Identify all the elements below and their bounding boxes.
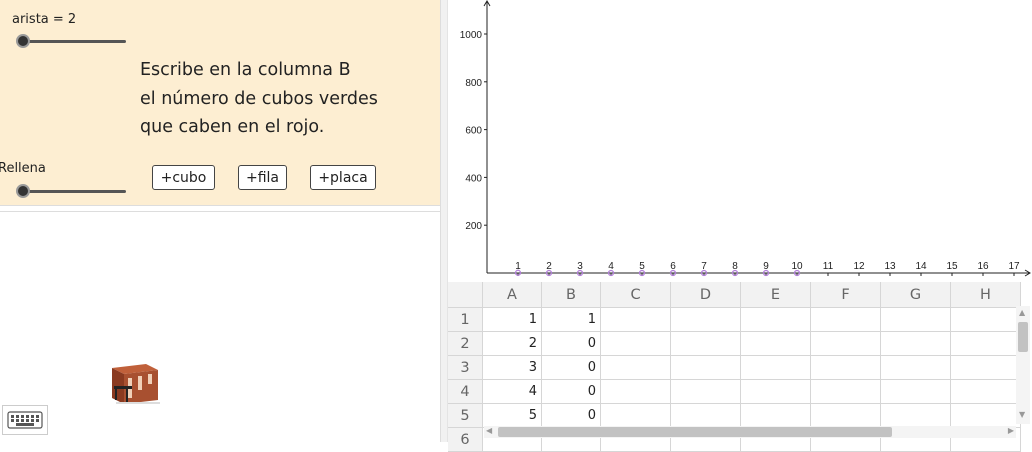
- row-header[interactable]: 5: [448, 404, 483, 428]
- scroll-down-icon[interactable]: ▼: [1019, 410, 1025, 419]
- y-tick-label: 800: [465, 78, 482, 89]
- column-header[interactable]: G: [881, 282, 951, 308]
- table-cell[interactable]: 0: [542, 380, 601, 404]
- table-cell[interactable]: [881, 308, 951, 332]
- table-cell[interactable]: 0: [542, 404, 601, 428]
- column-header[interactable]: H: [951, 282, 1021, 308]
- slider-rellena-knob[interactable]: [16, 184, 30, 198]
- chart-svg: 10008006004002001 2 3 4 5 6 7 8 9 10 11 12 13 14 15 16 1…: [460, 0, 1031, 277]
- scroll-up-icon[interactable]: ▲: [1019, 308, 1025, 317]
- slider-arista-label: arista = 2: [12, 12, 77, 27]
- table-cell[interactable]: [671, 332, 741, 356]
- y-tick-label: 1000: [460, 30, 483, 41]
- row-header[interactable]: 2: [448, 332, 483, 356]
- instructions-text: Escribe en la columna B el número de cub…: [140, 56, 378, 142]
- keyboard-button[interactable]: [2, 405, 48, 435]
- table-cell[interactable]: [881, 380, 951, 404]
- vertical-scrollbar[interactable]: ▲ ▼: [1016, 306, 1030, 424]
- table-cell[interactable]: [741, 356, 811, 380]
- table-cell[interactable]: 2: [483, 332, 542, 356]
- row-header[interactable]: 1: [448, 308, 483, 332]
- x-tick-label: 15: [946, 261, 958, 272]
- table-cell[interactable]: [811, 404, 881, 428]
- table-cell[interactable]: [951, 404, 1021, 428]
- slider-arista-track[interactable]: [20, 40, 126, 43]
- column-header[interactable]: C: [601, 282, 671, 308]
- table-cell[interactable]: [881, 404, 951, 428]
- table-cell[interactable]: 0: [542, 356, 601, 380]
- column-header[interactable]: D: [671, 282, 741, 308]
- vertical-scroll-thumb[interactable]: [1018, 322, 1028, 352]
- instruction-line: el número de cubos verdes: [140, 88, 378, 109]
- spreadsheet-view: ABCDEFGH1112203304405506: [448, 282, 1032, 452]
- table-cell[interactable]: [671, 356, 741, 380]
- column-header[interactable]: F: [811, 282, 881, 308]
- table-cell[interactable]: [671, 308, 741, 332]
- table-cell[interactable]: [881, 356, 951, 380]
- table-cell[interactable]: 4: [483, 380, 542, 404]
- select-all-corner[interactable]: [448, 282, 483, 308]
- add-cube-button[interactable]: +cubo: [152, 165, 215, 190]
- y-tick-label: 200: [465, 221, 482, 232]
- slider-rellena-label: Rellena: [0, 161, 46, 176]
- left-panel: arista = 2 Escribe en la columna B el nú…: [0, 0, 440, 442]
- row-header[interactable]: 4: [448, 380, 483, 404]
- column-header[interactable]: E: [741, 282, 811, 308]
- table-cell[interactable]: [601, 404, 671, 428]
- x-tick-label: 11: [823, 261, 834, 272]
- instruction-line: que caben en el rojo.: [140, 117, 325, 137]
- row-header[interactable]: 6: [448, 428, 483, 452]
- add-layer-button[interactable]: +placa: [310, 165, 376, 190]
- x-tick-label: 14: [915, 261, 927, 272]
- table-cell[interactable]: [601, 308, 671, 332]
- y-tick-label: 600: [465, 126, 482, 137]
- table-cell[interactable]: [811, 380, 881, 404]
- table-cell[interactable]: [741, 332, 811, 356]
- panel-splitter[interactable]: [440, 0, 448, 442]
- table-cell[interactable]: [741, 308, 811, 332]
- table-cell[interactable]: 1: [542, 308, 601, 332]
- table-cell[interactable]: [811, 332, 881, 356]
- x-tick-label: 13: [884, 261, 896, 272]
- table-cell[interactable]: 3: [483, 356, 542, 380]
- table-cell[interactable]: 1: [483, 308, 542, 332]
- table-cell[interactable]: [951, 332, 1021, 356]
- table-cell[interactable]: [601, 380, 671, 404]
- graphics-view[interactable]: 1000 800 600 400 200 1 2 3 4 5 6 7 8 9 10 11 12 13 14 15 16 1…: [448, 0, 1032, 282]
- table-cell[interactable]: [811, 308, 881, 332]
- horizontal-scroll-thumb[interactable]: [498, 427, 892, 437]
- x-tick-label: 12: [853, 261, 865, 272]
- add-row-button[interactable]: +fila: [238, 165, 287, 190]
- instruction-line: Escribe en la columna B: [140, 60, 351, 80]
- controls-panel: arista = 2 Escribe en la columna B el nú…: [0, 0, 440, 206]
- table-cell[interactable]: [951, 308, 1021, 332]
- row-header[interactable]: 3: [448, 356, 483, 380]
- scroll-left-icon[interactable]: ◀: [486, 426, 492, 435]
- x-tick-label: 17: [1008, 261, 1020, 272]
- right-panel: 1000 800 600 400 200 1 2 3 4 5 6 7 8 9 10 11 12 13 14 15 16 1…: [448, 0, 1032, 452]
- cube-icon: [112, 364, 160, 404]
- table-cell[interactable]: [741, 404, 811, 428]
- table-cell[interactable]: [881, 332, 951, 356]
- table-cell[interactable]: [671, 404, 741, 428]
- panel-divider: [0, 211, 440, 212]
- table-cell[interactable]: [671, 380, 741, 404]
- horizontal-scrollbar[interactable]: ◀ ▶: [484, 426, 1016, 438]
- slider-arista-knob[interactable]: [16, 34, 30, 48]
- keyboard-icon: [7, 411, 43, 429]
- table-cell[interactable]: [951, 380, 1021, 404]
- table-cell[interactable]: 5: [483, 404, 542, 428]
- table-cell[interactable]: [601, 356, 671, 380]
- x-tick-label: 16: [977, 261, 989, 272]
- slider-rellena-track[interactable]: [20, 190, 126, 193]
- table-cell[interactable]: [601, 332, 671, 356]
- table-cell[interactable]: [741, 380, 811, 404]
- y-tick-label: 400: [465, 173, 482, 184]
- table-cell[interactable]: [951, 356, 1021, 380]
- column-header[interactable]: B: [542, 282, 601, 308]
- scroll-right-icon[interactable]: ▶: [1008, 426, 1014, 435]
- table-cell[interactable]: [811, 356, 881, 380]
- column-header[interactable]: A: [483, 282, 542, 308]
- table-cell[interactable]: 0: [542, 332, 601, 356]
